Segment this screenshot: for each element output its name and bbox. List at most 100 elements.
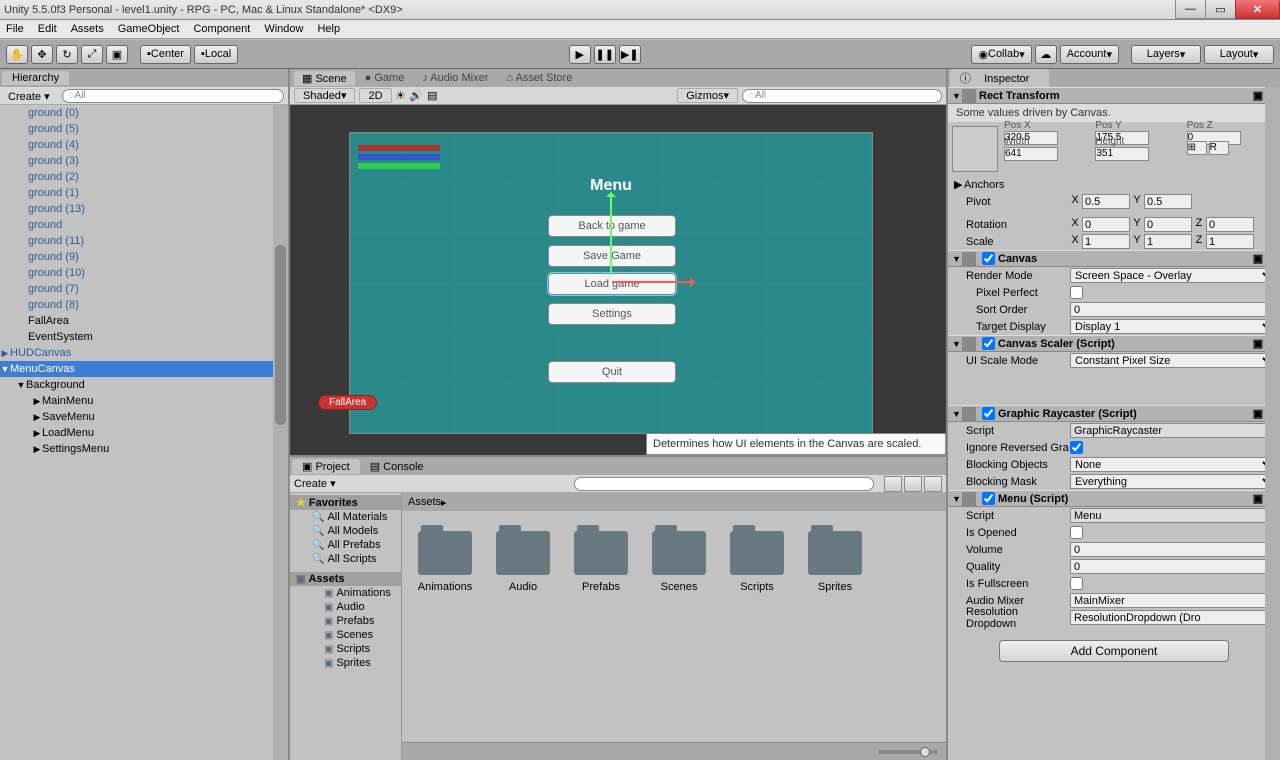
fx-icon[interactable]: ▤: [427, 89, 437, 102]
account-dropdown[interactable]: Account ▾: [1060, 45, 1119, 64]
ui-scale-mode[interactable]: Constant Pixel Size: [1070, 353, 1276, 368]
hierarchy-item[interactable]: ground (8): [0, 297, 288, 313]
hierarchy-scrollbar[interactable]: [273, 105, 288, 760]
blocking-objects[interactable]: None: [1070, 457, 1276, 472]
hand-tool[interactable]: ✋: [6, 45, 28, 64]
tab-project[interactable]: ▣ Project: [292, 459, 360, 474]
layout-dropdown[interactable]: Layout ▾: [1204, 45, 1274, 64]
pivot-center[interactable]: ▪ Center: [140, 45, 191, 64]
collab-dropdown[interactable]: ◉ Collab ▾: [971, 45, 1031, 64]
asset-folder[interactable]: Animations: [414, 531, 476, 593]
hierarchy-item[interactable]: ▼Background: [0, 377, 288, 393]
hierarchy-item[interactable]: ▶MainMenu: [0, 393, 288, 409]
hierarchy-item[interactable]: ground (4): [0, 137, 288, 153]
add-component-button[interactable]: Add Component: [999, 640, 1229, 662]
sy[interactable]: [1144, 234, 1192, 249]
is-opened[interactable]: [1070, 526, 1083, 539]
move-tool[interactable]: ✥: [31, 45, 53, 64]
play-button[interactable]: ▶: [569, 45, 591, 64]
pause-button[interactable]: ❚❚: [594, 45, 616, 64]
audio-mixer-field[interactable]: [1070, 593, 1276, 608]
menu-enable[interactable]: [982, 492, 995, 505]
quality-field[interactable]: [1070, 559, 1276, 574]
hierarchy-tab[interactable]: Hierarchy: [2, 71, 69, 85]
menu-component[interactable]: Component: [193, 23, 250, 35]
hierarchy-item[interactable]: ground (2): [0, 169, 288, 185]
breadcrumb[interactable]: Assets ▸: [402, 493, 946, 511]
2d-toggle[interactable]: 2D: [359, 88, 391, 103]
hierarchy-item[interactable]: ground: [0, 217, 288, 233]
cloud-icon[interactable]: ☁: [1035, 45, 1057, 64]
sz[interactable]: [1206, 234, 1254, 249]
menu-back-button[interactable]: Back to game: [548, 215, 676, 237]
fav-prefabs[interactable]: 🔍All Prefabs: [290, 538, 401, 552]
hierarchy-item[interactable]: ground (13): [0, 201, 288, 217]
raw-toggle[interactable]: R: [1209, 141, 1229, 155]
rotz[interactable]: [1206, 217, 1254, 232]
menu-edit[interactable]: Edit: [38, 23, 57, 35]
asset-folder[interactable]: Sprites: [804, 531, 866, 593]
hierarchy-item[interactable]: EventSystem: [0, 329, 288, 345]
hierarchy-item[interactable]: ground (0): [0, 105, 288, 121]
asset-folder[interactable]: Scenes: [648, 531, 710, 593]
canvas-header[interactable]: ▼Canvas▣ ⚙: [948, 250, 1280, 267]
hierarchy-search[interactable]: ◌All: [62, 89, 284, 103]
hierarchy-item[interactable]: ground (3): [0, 153, 288, 169]
rect-tool[interactable]: ▣: [106, 45, 128, 64]
target-display[interactable]: Display 1: [1070, 319, 1276, 334]
hierarchy-item[interactable]: ground (11): [0, 233, 288, 249]
menu-script-header[interactable]: ▼Menu (Script)▣ ⚙: [948, 490, 1280, 507]
sx[interactable]: [1082, 234, 1130, 249]
menu-window[interactable]: Window: [264, 23, 303, 35]
hierarchy-item[interactable]: ground (5): [0, 121, 288, 137]
pivotx[interactable]: [1082, 194, 1130, 209]
folder-animations[interactable]: ▣Animations: [290, 586, 401, 600]
step-button[interactable]: ▶❚: [619, 45, 641, 64]
folder-sprites[interactable]: ▣Sprites: [290, 656, 401, 670]
height-field[interactable]: [1095, 147, 1149, 161]
asset-folder[interactable]: Prefabs: [570, 531, 632, 593]
ignore-reversed[interactable]: [1070, 441, 1083, 454]
folder-scripts[interactable]: ▣Scripts: [290, 642, 401, 656]
project-create[interactable]: Create ▾: [294, 477, 336, 490]
blueprint-toggle[interactable]: ⊞: [1187, 141, 1207, 155]
hierarchy-item[interactable]: ▶SettingsMenu: [0, 441, 288, 457]
anchor-preset[interactable]: [952, 126, 998, 172]
filter-type-icon[interactable]: [904, 476, 922, 492]
minimize-button[interactable]: —: [1175, 0, 1205, 19]
menu-save-button[interactable]: Save Game: [548, 245, 676, 267]
maximize-button[interactable]: ▭: [1205, 0, 1235, 19]
menu-help[interactable]: Help: [317, 23, 340, 35]
render-mode[interactable]: Screen Space - Overlay: [1070, 268, 1276, 283]
audio-icon[interactable]: 🔊: [409, 89, 423, 102]
canvas-enable[interactable]: [982, 252, 995, 265]
hierarchy-item[interactable]: ▶SaveMenu: [0, 409, 288, 425]
scaler-header[interactable]: ▼Canvas Scaler (Script)▣ ⚙: [948, 335, 1280, 352]
raycaster-header[interactable]: ▼Graphic Raycaster (Script)▣ ⚙: [948, 405, 1280, 422]
close-button[interactable]: ✕: [1235, 0, 1280, 19]
hierarchy-item[interactable]: ground (10): [0, 265, 288, 281]
hierarchy-item[interactable]: FallArea: [0, 313, 288, 329]
fav-materials[interactable]: 🔍All Materials: [290, 510, 401, 524]
shading-mode[interactable]: Shaded ▾: [294, 88, 355, 103]
project-search[interactable]: [574, 477, 874, 491]
rotate-tool[interactable]: ↻: [56, 45, 78, 64]
scene-view[interactable]: Menu Back to game Save Game Load game Se…: [290, 105, 946, 455]
tab-console[interactable]: ▤ Console: [360, 459, 434, 474]
asset-folder[interactable]: Scripts: [726, 531, 788, 593]
folder-scenes[interactable]: ▣Scenes: [290, 628, 401, 642]
width-field[interactable]: [1004, 147, 1058, 161]
hierarchy-item[interactable]: ground (1): [0, 185, 288, 201]
light-icon[interactable]: ☀: [396, 89, 406, 102]
hierarchy-create[interactable]: Create ▾: [4, 90, 54, 103]
pivot-local[interactable]: ▪ Local: [194, 45, 238, 64]
tab-scene[interactable]: ▦ Scene: [294, 71, 355, 86]
tab-game[interactable]: ● Game: [357, 71, 413, 85]
grid-size-slider[interactable]: [878, 750, 938, 754]
assets-header[interactable]: ▣Assets: [290, 572, 401, 586]
resolution-dropdown-field[interactable]: [1070, 610, 1276, 625]
fav-scripts[interactable]: 🔍All Scripts: [290, 552, 401, 566]
menu-load-button[interactable]: Load game: [548, 273, 676, 295]
inspector-tab[interactable]: ⓘ Inspector: [950, 69, 1049, 87]
gizmos-dropdown[interactable]: Gizmos ▾: [677, 88, 738, 103]
